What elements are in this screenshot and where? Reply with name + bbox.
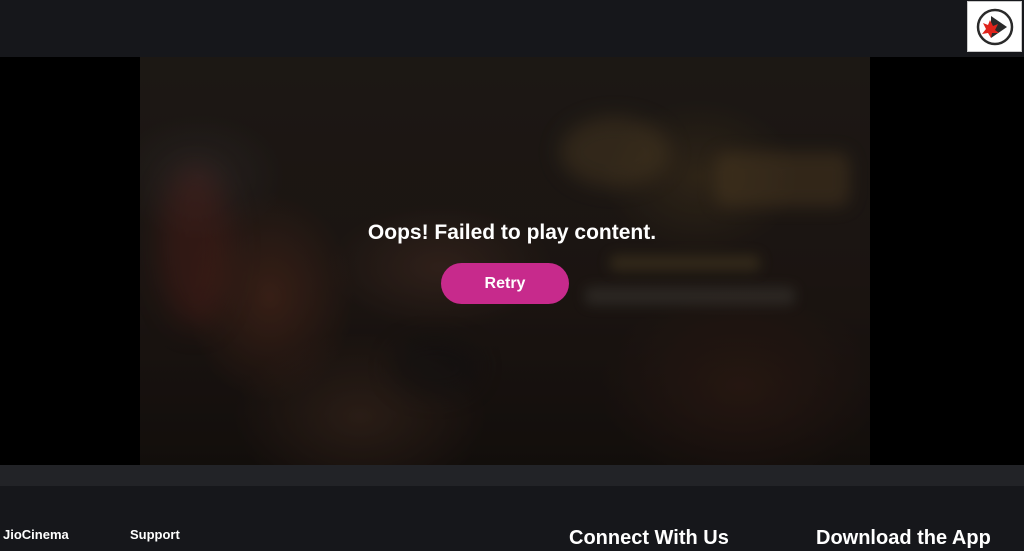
- footer-divider: [0, 465, 1024, 486]
- top-bar: [0, 0, 1024, 57]
- video-player[interactable]: [0, 57, 1024, 465]
- footer-link-jiocinema[interactable]: JioCinema: [3, 527, 69, 542]
- download-app-heading: Download the App: [816, 527, 991, 549]
- playback-error-message: Oops! Failed to play content.: [367, 221, 657, 244]
- retry-button[interactable]: Retry: [441, 263, 569, 304]
- connect-with-us-heading: Connect With Us: [569, 527, 729, 549]
- corner-logo: [967, 1, 1022, 52]
- footer-link-support[interactable]: Support: [130, 527, 180, 542]
- red-play-logo-icon: [976, 8, 1013, 45]
- video-frame-blurred: [140, 57, 870, 465]
